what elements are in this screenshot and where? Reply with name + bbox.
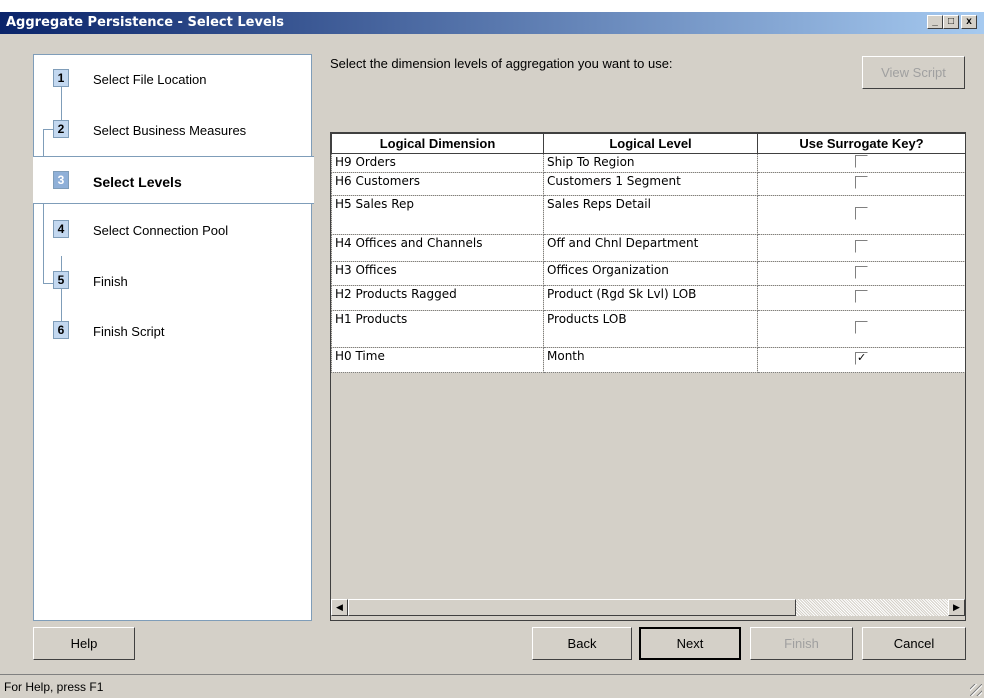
table-row: H6 Customers Customers 1 Segment (331, 172, 965, 196)
scroll-right-icon[interactable]: ▶ (948, 599, 965, 616)
surrogate-key-cell (757, 261, 965, 286)
dimension-cell[interactable]: H5 Sales Rep (331, 195, 544, 235)
level-cell[interactable]: Offices Organization (543, 261, 758, 286)
grid-body: Logical Dimension Logical Level Use Surr… (331, 133, 965, 599)
level-cell[interactable]: Products LOB (543, 310, 758, 348)
surrogate-key-cell (757, 234, 965, 262)
level-cell[interactable]: Customers 1 Segment (543, 172, 758, 196)
step-select-levels[interactable]: 3 Select Levels (33, 156, 314, 204)
step-number: 4 (53, 220, 69, 238)
step-select-business-measures[interactable]: 2 Select Business Measures (34, 112, 311, 146)
step-label: Select File Location (93, 72, 207, 87)
table-row: H9 Orders Ship To Region (331, 153, 965, 173)
surrogate-key-checkbox[interactable] (855, 265, 868, 279)
step-label: Finish Script (93, 324, 165, 339)
table-row: H3 Offices Offices Organization (331, 261, 965, 286)
surrogate-key-checkbox[interactable] (855, 207, 868, 220)
surrogate-key-checkbox[interactable] (855, 352, 868, 365)
table-row: H2 Products Ragged Product (Rgd Sk Lvl) … (331, 285, 965, 311)
dimension-cell[interactable]: H0 Time (331, 347, 544, 373)
surrogate-key-checkbox[interactable] (855, 176, 868, 189)
step-finish-script[interactable]: 6 Finish Script (34, 313, 311, 347)
step-label: Select Business Measures (93, 123, 247, 138)
levels-table: Logical Dimension Logical Level Use Surr… (331, 133, 965, 373)
surrogate-key-cell (757, 172, 965, 196)
help-button[interactable]: Help (33, 627, 135, 660)
level-cell[interactable]: Sales Reps Detail (543, 195, 758, 235)
view-script-button[interactable]: View Script (862, 56, 965, 89)
step-number: 1 (53, 69, 69, 87)
finish-button[interactable]: Finish (750, 627, 853, 660)
surrogate-key-checkbox[interactable] (855, 321, 868, 334)
surrogate-key-cell (757, 347, 965, 373)
minimize-button[interactable]: _ (927, 15, 943, 29)
wizard-steps-panel: 1 Select File Location 2 Select Business… (33, 54, 314, 621)
window-title: Aggregate Persistence - Select Levels (6, 15, 284, 30)
step-label: Select Levels (93, 174, 182, 190)
surrogate-key-checkbox[interactable] (855, 155, 868, 168)
title-bar[interactable]: Aggregate Persistence - Select Levels _ … (0, 12, 984, 34)
instruction-text: Select the dimension levels of aggregati… (330, 56, 673, 71)
screen-background (0, 0, 984, 12)
status-bar: For Help, press F1 (0, 674, 984, 698)
column-header-use-surrogate-key[interactable]: Use Surrogate Key? (757, 133, 965, 154)
surrogate-key-cell (757, 153, 965, 173)
level-cell[interactable]: Off and Chnl Department (543, 234, 758, 262)
horizontal-scrollbar[interactable]: ◀ ▶ (331, 599, 965, 616)
step-number: 5 (53, 271, 69, 289)
close-button[interactable]: x (961, 15, 977, 29)
dimension-cell[interactable]: H4 Offices and Channels (331, 234, 544, 262)
dimension-cell[interactable]: H6 Customers (331, 172, 544, 196)
table-row: H0 Time Month (331, 347, 965, 373)
table-row: H5 Sales Rep Sales Reps Detail (331, 195, 965, 235)
step-label: Select Connection Pool (93, 223, 229, 238)
levels-grid: Logical Dimension Logical Level Use Surr… (330, 132, 966, 621)
back-button[interactable]: Back (532, 627, 632, 660)
scrollbar-thumb[interactable] (348, 599, 796, 616)
scrollbar-track[interactable] (796, 599, 948, 616)
step-number: 3 (53, 171, 69, 189)
table-row: H4 Offices and Channels Off and Chnl Dep… (331, 234, 965, 262)
cancel-button[interactable]: Cancel (862, 627, 966, 660)
dimension-cell[interactable]: H1 Products (331, 310, 544, 348)
level-cell[interactable]: Ship To Region (543, 153, 758, 173)
column-header-logical-level[interactable]: Logical Level (543, 133, 758, 154)
resize-grip-icon[interactable] (970, 684, 982, 696)
dimension-cell[interactable]: H9 Orders (331, 153, 544, 173)
surrogate-key-checkbox[interactable] (855, 290, 868, 303)
next-button[interactable]: Next (639, 627, 741, 660)
table-row: H1 Products Products LOB (331, 310, 965, 348)
maximize-button[interactable]: □ (943, 15, 959, 29)
step-select-file-location[interactable]: 1 Select File Location (34, 61, 311, 95)
step-label: Finish (93, 274, 128, 289)
column-header-logical-dimension[interactable]: Logical Dimension (331, 133, 544, 154)
step-number: 6 (53, 321, 69, 339)
surrogate-key-cell (757, 310, 965, 348)
scroll-left-icon[interactable]: ◀ (331, 599, 348, 616)
dimension-cell[interactable]: H3 Offices (331, 261, 544, 286)
level-cell[interactable]: Product (Rgd Sk Lvl) LOB (543, 285, 758, 311)
step-number: 2 (53, 120, 69, 138)
step-tree-line (43, 129, 44, 283)
surrogate-key-cell (757, 285, 965, 311)
step-finish[interactable]: 5 Finish (34, 263, 311, 297)
step-select-connection-pool[interactable]: 4 Select Connection Pool (34, 212, 311, 246)
dimension-cell[interactable]: H2 Products Ragged (331, 285, 544, 311)
surrogate-key-checkbox[interactable] (855, 240, 868, 253)
level-cell[interactable]: Month (543, 347, 758, 373)
surrogate-key-cell (757, 195, 965, 235)
status-text: For Help, press F1 (4, 680, 104, 694)
